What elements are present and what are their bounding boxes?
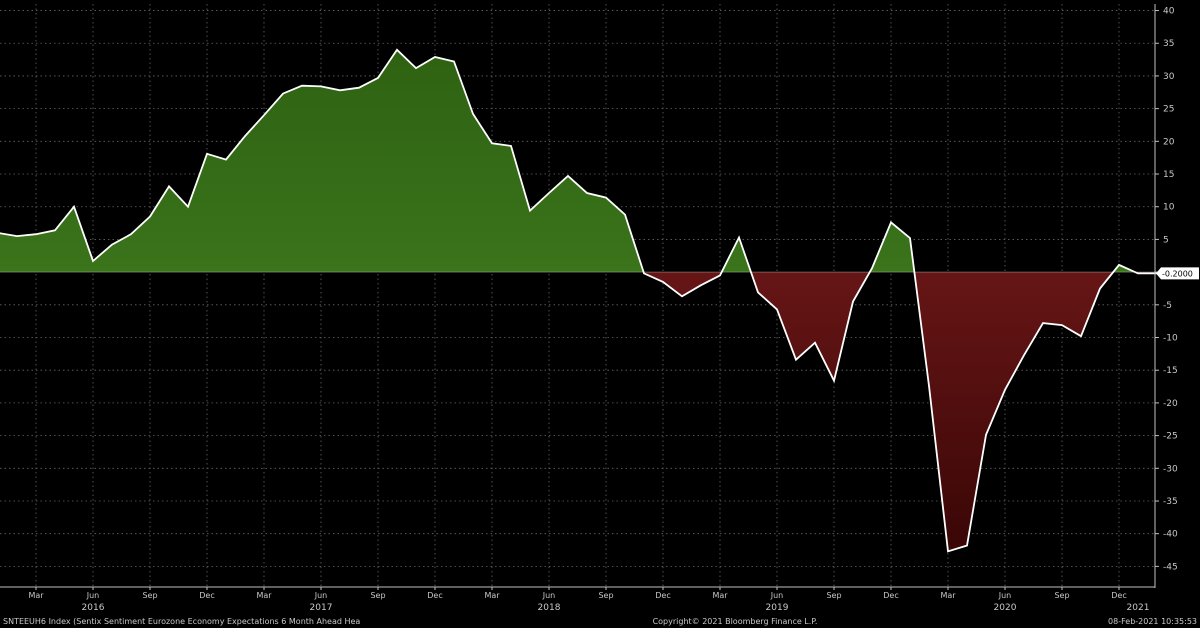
- footer-ticker: SNTEEUH6 Index (Sentix Sentiment Eurozon…: [3, 617, 360, 626]
- y-tick-label: 25: [1163, 105, 1174, 115]
- x-tick-label: Jun: [542, 591, 556, 600]
- y-tick-label: 20: [1163, 137, 1175, 147]
- x-year-label: 2019: [766, 603, 789, 613]
- x-tick-label: Mar: [484, 591, 500, 600]
- x-tick-label: Mar: [256, 591, 272, 600]
- x-tick-label: Dec: [199, 591, 214, 600]
- y-axis-ticks: 4035302520151050-5-10-15-20-25-30-35-40-…: [1155, 7, 1178, 572]
- y-tick-label: -20: [1163, 399, 1178, 409]
- y-tick-label: -5: [1163, 301, 1172, 311]
- footer-copyright: Copyright© 2021 Bloomberg Finance L.P.: [653, 617, 818, 626]
- x-tick-label: Mar: [940, 591, 956, 600]
- x-tick-label: Sep: [826, 591, 841, 600]
- sentix-area-chart: 4035302520151050-5-10-15-20-25-30-35-40-…: [0, 4, 1199, 626]
- x-year-label: 2020: [994, 603, 1017, 613]
- y-tick-label: 30: [1163, 72, 1175, 82]
- x-tick-label: Jun: [314, 591, 328, 600]
- x-axis-year-labels: 2016 2017 2018 2019 2020 2021: [82, 603, 1150, 613]
- x-tick-label: Sep: [1054, 591, 1069, 600]
- x-year-label: 2018: [538, 603, 561, 613]
- x-tick-label: Dec: [655, 591, 670, 600]
- y-tick-label: -25: [1163, 432, 1178, 442]
- x-tick-label: Sep: [370, 591, 385, 600]
- x-tick-label: Sep: [598, 591, 613, 600]
- x-axis-ticks: Mar Jun Sep Dec Mar Jun Sep Dec Mar Jun Sep Dec Mar J…: [28, 587, 1127, 600]
- y-tick-label: -15: [1163, 366, 1178, 376]
- y-tick-label: -40: [1163, 530, 1178, 540]
- last-value-text: -0.2000: [1162, 269, 1193, 278]
- y-tick-label: 10: [1163, 203, 1175, 213]
- y-tick-label: -35: [1163, 497, 1178, 507]
- y-tick-label: 35: [1163, 39, 1174, 49]
- y-tick-label: 5: [1163, 235, 1169, 245]
- x-tick-label: Mar: [28, 591, 44, 600]
- last-value-label: -0.2000: [1156, 267, 1199, 280]
- x-tick-label: Dec: [883, 591, 898, 600]
- x-year-label: 2016: [82, 603, 105, 613]
- y-tick-label: -10: [1163, 334, 1178, 344]
- y-tick-label: 40: [1163, 7, 1175, 17]
- x-year-label: 2017: [310, 603, 333, 613]
- x-tick-label: Mar: [712, 591, 728, 600]
- x-tick-label: Jun: [998, 591, 1012, 600]
- x-tick-label: Sep: [142, 591, 157, 600]
- y-tick-label: -30: [1163, 464, 1178, 474]
- footer-timestamp: 08-Feb-2021 10:35:53: [1108, 617, 1197, 626]
- negative-area: [643, 272, 1155, 552]
- x-tick-label: Dec: [427, 591, 442, 600]
- x-tick-label: Jun: [86, 591, 100, 600]
- x-tick-label: Jun: [770, 591, 784, 600]
- y-tick-label: -45: [1163, 562, 1178, 572]
- x-year-label: 2021: [1127, 603, 1150, 613]
- y-tick-label: 15: [1163, 170, 1174, 180]
- x-tick-label: Dec: [1111, 591, 1126, 600]
